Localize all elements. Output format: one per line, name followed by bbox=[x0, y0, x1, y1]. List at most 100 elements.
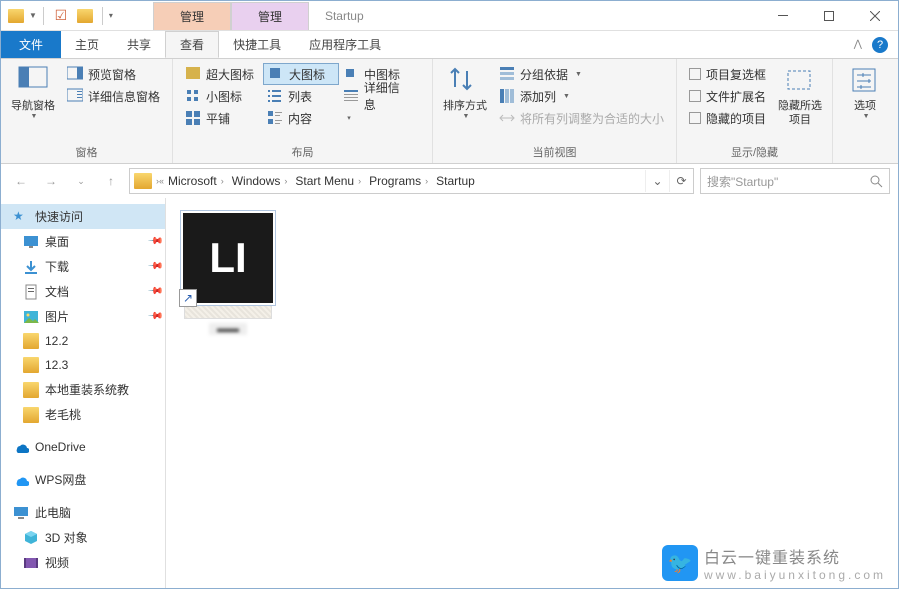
minimize-button[interactable] bbox=[760, 1, 806, 31]
small-icons-button[interactable]: 小图标 bbox=[181, 85, 263, 107]
back-button[interactable]: ← bbox=[9, 169, 33, 193]
sidebar-pictures[interactable]: 图片📌 bbox=[1, 304, 165, 329]
file-tab[interactable]: 文件 bbox=[1, 31, 61, 58]
tab-shortcut-tools[interactable]: 快捷工具 bbox=[219, 31, 295, 58]
preview-pane-icon bbox=[67, 66, 83, 82]
chevron-right-icon: › bbox=[284, 176, 287, 186]
sidebar-documents[interactable]: 文档📌 bbox=[1, 279, 165, 304]
search-icon bbox=[869, 174, 883, 188]
shortcut-icon: ↗ bbox=[179, 289, 197, 307]
sidebar-folder[interactable]: 本地重装系统教 bbox=[1, 377, 165, 402]
document-icon bbox=[23, 284, 39, 300]
collapse-ribbon-icon[interactable]: ⋀ bbox=[854, 39, 862, 50]
tab-share[interactable]: 共享 bbox=[113, 31, 165, 58]
ribbon: 导航窗格 ▼ 预览窗格 详细信息窗格 窗格 超大图标 大图标 bbox=[1, 59, 898, 164]
add-columns-button[interactable]: 添加列▼ bbox=[495, 85, 668, 107]
list-button[interactable]: 列表 bbox=[263, 85, 339, 107]
sidebar-quick-access[interactable]: ★快速访问 bbox=[1, 204, 165, 229]
sidebar-downloads[interactable]: 下载📌 bbox=[1, 254, 165, 279]
chevron-down-icon[interactable]: ▼ bbox=[29, 11, 37, 20]
window-controls bbox=[760, 1, 898, 31]
pin-icon: 📌 bbox=[146, 258, 163, 275]
sidebar-folder[interactable]: 12.3 bbox=[1, 353, 165, 377]
search-input[interactable]: 搜索"Startup" bbox=[700, 168, 890, 194]
up-button[interactable]: ↑ bbox=[99, 169, 123, 193]
main-area: ★快速访问 桌面📌 下载📌 文档📌 图片📌 12.2 12.3 本地重装系统教 … bbox=[1, 198, 898, 588]
size-columns-button[interactable]: 将所有列调整为合适的大小 bbox=[495, 107, 668, 129]
ribbon-tabs: 文件 主页 共享 查看 快捷工具 应用程序工具 ⋀ ? bbox=[1, 31, 898, 59]
close-button[interactable] bbox=[852, 1, 898, 31]
details-pane-icon bbox=[67, 88, 83, 104]
sidebar-onedrive[interactable]: OneDrive bbox=[1, 435, 165, 459]
folder-icon bbox=[134, 173, 152, 189]
navigation-sidebar: ★快速访问 桌面📌 下载📌 文档📌 图片📌 12.2 12.3 本地重装系统教 … bbox=[1, 198, 166, 588]
details-button[interactable]: 详细信息 bbox=[339, 85, 415, 107]
nav-pane-icon bbox=[17, 65, 49, 97]
forward-button[interactable]: → bbox=[39, 169, 63, 193]
sort-by-button[interactable]: 排序方式 ▼ bbox=[441, 63, 489, 120]
tab-home[interactable]: 主页 bbox=[61, 31, 113, 58]
breadcrumb-item[interactable]: Microsoft› bbox=[164, 174, 228, 188]
star-icon: ★ bbox=[13, 209, 29, 225]
options-button[interactable]: 选项 ▼ bbox=[841, 63, 889, 120]
tab-manage-app[interactable]: 管理 bbox=[231, 2, 309, 30]
options-group: 选项 ▼ bbox=[833, 59, 897, 163]
folder-icon bbox=[23, 333, 39, 349]
refresh-button[interactable]: ⟳ bbox=[669, 170, 693, 192]
contextual-tabs: 管理 管理 bbox=[153, 2, 309, 30]
tiles-button[interactable]: 平铺 bbox=[181, 107, 263, 129]
cloud-icon bbox=[13, 472, 29, 488]
breadcrumb-item[interactable]: Windows› bbox=[228, 174, 292, 188]
computer-icon bbox=[13, 505, 29, 521]
tab-view[interactable]: 查看 bbox=[165, 31, 219, 58]
cloud-icon bbox=[13, 439, 29, 455]
file-shadow bbox=[184, 305, 272, 319]
file-thumbnail: LI ↗ bbox=[180, 210, 276, 306]
details-pane-button[interactable]: 详细信息窗格 bbox=[63, 85, 164, 107]
cube-icon bbox=[23, 530, 39, 546]
preview-pane-button[interactable]: 预览窗格 bbox=[63, 63, 164, 85]
content-button[interactable]: 内容 bbox=[263, 107, 339, 129]
hide-icon bbox=[784, 65, 816, 97]
file-item[interactable]: LI ↗ ▬▬ bbox=[178, 210, 278, 335]
chevron-down-icon[interactable]: ▾ bbox=[109, 11, 113, 20]
titlebar: ▼ ☑ ▾ 管理 管理 Startup bbox=[1, 1, 898, 31]
recent-button[interactable]: ⌄ bbox=[69, 169, 93, 193]
picture-icon bbox=[23, 309, 39, 325]
sidebar-3d-objects[interactable]: 3D 对象 bbox=[1, 525, 165, 550]
sidebar-desktop[interactable]: 桌面📌 bbox=[1, 229, 165, 254]
layout-more-button[interactable]: ▾ bbox=[339, 107, 357, 129]
window-title: Startup bbox=[309, 9, 760, 23]
folder-icon[interactable] bbox=[74, 5, 96, 27]
file-list[interactable]: LI ↗ ▬▬ 🐦 白云一键重装系统 www.baiyunxitong.com bbox=[166, 198, 898, 588]
sidebar-wps[interactable]: WPS网盘 bbox=[1, 467, 165, 492]
sidebar-folder[interactable]: 12.2 bbox=[1, 329, 165, 353]
chevron-right-icon: › bbox=[358, 176, 361, 186]
chevron-right-icon: › bbox=[221, 176, 224, 186]
file-ext-toggle[interactable]: 文件扩展名 bbox=[685, 85, 770, 107]
maximize-button[interactable] bbox=[806, 1, 852, 31]
properties-icon[interactable]: ☑ bbox=[50, 5, 72, 27]
group-by-button[interactable]: 分组依据▼ bbox=[495, 63, 668, 85]
panes-group: 导航窗格 ▼ 预览窗格 详细信息窗格 窗格 bbox=[1, 59, 173, 163]
hide-selected-button[interactable]: 隐藏所选项目 bbox=[776, 63, 824, 127]
item-checkbox-toggle[interactable]: 项目复选框 bbox=[685, 63, 770, 85]
hidden-items-toggle[interactable]: 隐藏的项目 bbox=[685, 107, 770, 129]
sidebar-this-pc[interactable]: 此电脑 bbox=[1, 500, 165, 525]
dropdown-button[interactable]: ⌄ bbox=[645, 170, 669, 192]
tab-manage-shortcut[interactable]: 管理 bbox=[153, 2, 231, 30]
breadcrumb-item[interactable]: Programs› bbox=[365, 174, 432, 188]
nav-pane-button[interactable]: 导航窗格 ▼ bbox=[9, 63, 57, 120]
tab-app-tools[interactable]: 应用程序工具 bbox=[295, 31, 395, 58]
show-hide-group: 项目复选框 文件扩展名 隐藏的项目 隐藏所选项目 显示/隐藏 bbox=[677, 59, 833, 163]
extra-large-icons-button[interactable]: 超大图标 bbox=[181, 63, 263, 85]
quick-access-toolbar: ▼ ☑ ▾ bbox=[1, 5, 113, 27]
help-icon[interactable]: ? bbox=[872, 37, 888, 53]
address-bar[interactable]: › « Microsoft› Windows› Start Menu› Prog… bbox=[129, 168, 694, 194]
folder-icon[interactable] bbox=[5, 5, 27, 27]
breadcrumb-item[interactable]: Startup bbox=[432, 174, 479, 188]
breadcrumb-item[interactable]: Start Menu› bbox=[291, 174, 365, 188]
sidebar-folder[interactable]: 老毛桃 bbox=[1, 402, 165, 427]
sidebar-videos[interactable]: 视频 bbox=[1, 550, 165, 575]
large-icons-button[interactable]: 大图标 bbox=[263, 63, 339, 85]
